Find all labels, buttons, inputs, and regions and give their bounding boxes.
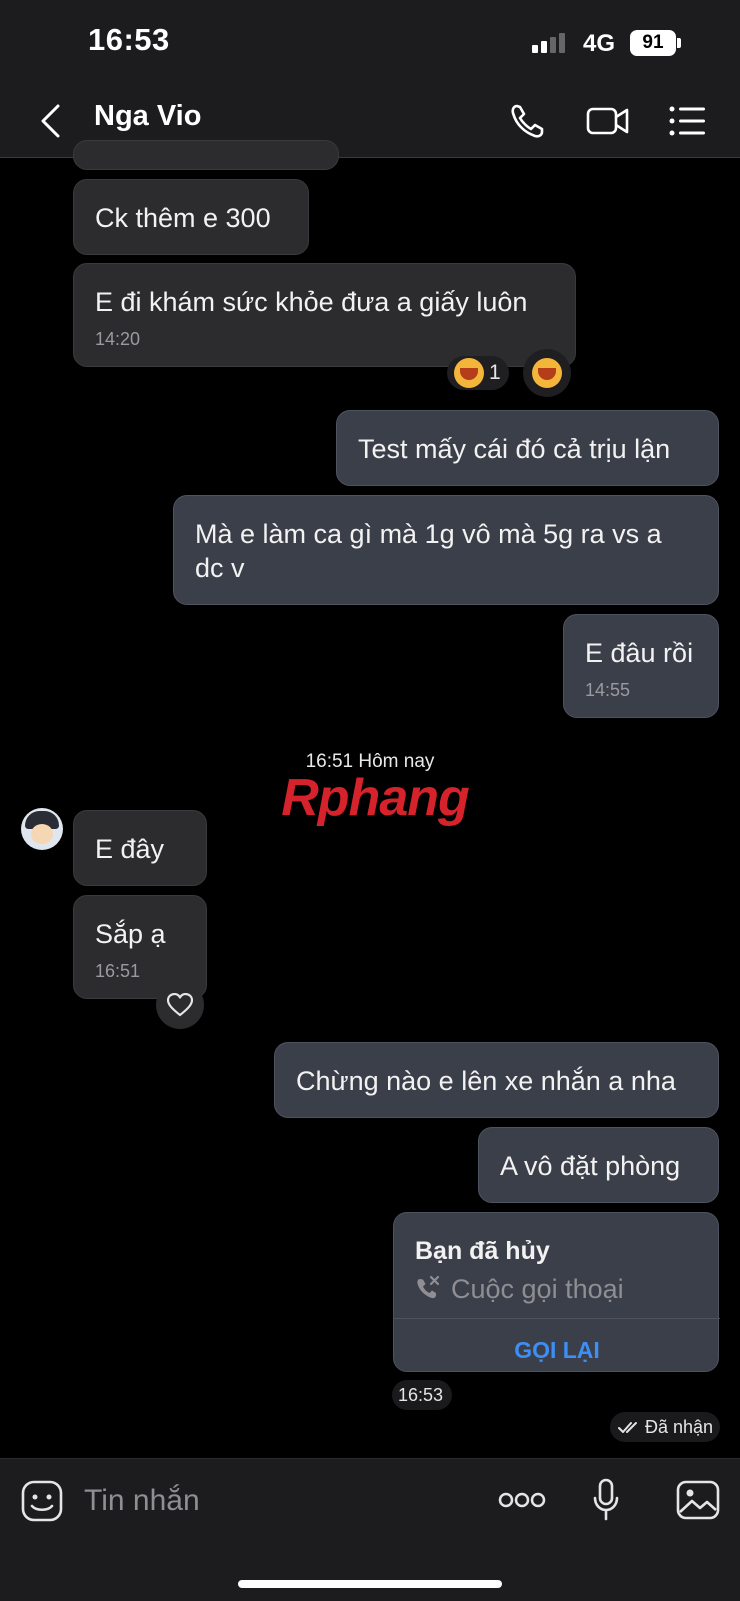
- reaction-count: 1: [489, 361, 501, 384]
- laughing-emoji-icon: [532, 358, 562, 388]
- image-gallery-icon[interactable]: [676, 1480, 720, 1520]
- message-text-line-2: dc v: [195, 553, 245, 583]
- missed-call-icon: [417, 1275, 440, 1299]
- message-text: E đi khám sức khỏe đưa a giấy luôn: [95, 287, 528, 317]
- watermark-logo: Rphang: [260, 768, 490, 828]
- message-time: 14:20: [95, 329, 141, 349]
- call-card: Bạn đã hủy Cuộc gọi thoại GỌI LẠI: [393, 1212, 720, 1372]
- message-text: Ck thêm e 300: [95, 203, 271, 233]
- heart-reaction-button[interactable]: [156, 981, 204, 1029]
- message-outgoing[interactable]: Mà e làm ca gì mà 1g vô mà 5g ra vs a dc…: [173, 495, 719, 605]
- message-text: E đâu rồi: [585, 638, 694, 668]
- message-text: A vô đặt phòng: [500, 1151, 681, 1181]
- message-text: Test mấy cái đó cả trịu lận: [358, 434, 671, 464]
- video-call-icon[interactable]: [586, 98, 630, 144]
- watermark-text: Rphang: [281, 769, 470, 827]
- message-text: Chừng nào e lên xe nhắn a nha: [296, 1066, 676, 1096]
- message-input[interactable]: [82, 1478, 466, 1524]
- message-outgoing[interactable]: Chừng nào e lên xe nhắn a nha: [274, 1042, 719, 1118]
- receipt-label: Đã nhận: [645, 1417, 714, 1437]
- call-time: 16:53: [398, 1385, 444, 1405]
- message-outgoing[interactable]: A vô đặt phòng: [478, 1127, 719, 1203]
- call-status-title: Bạn đã hủy: [415, 1237, 550, 1265]
- message-bubble-cutoff: [73, 140, 339, 170]
- delivery-receipt: Đã nhận: [610, 1412, 720, 1442]
- heart-icon: [167, 993, 193, 1017]
- double-check-icon: [618, 1422, 637, 1433]
- sticker-icon[interactable]: [21, 1480, 63, 1522]
- reaction-summary[interactable]: 1: [447, 356, 509, 390]
- message-text-line-1: Mà e làm ca gì mà 1g vô mà 5g ra vs a: [195, 519, 662, 549]
- call-time-pill: 16:53: [392, 1380, 452, 1410]
- back-chevron-icon[interactable]: [38, 103, 64, 139]
- message-incoming[interactable]: E đi khám sức khỏe đưa a giấy luôn 14:20: [73, 263, 576, 367]
- message-outgoing[interactable]: E đâu rồi 14:55: [563, 614, 719, 718]
- microphone-icon[interactable]: [593, 1478, 619, 1522]
- home-indicator: [238, 1580, 502, 1588]
- message-text: Sắp ạ: [95, 919, 166, 949]
- add-reaction-button[interactable]: [523, 349, 571, 397]
- contact-name[interactable]: Nga Vio: [94, 100, 201, 133]
- call-card-divider: [394, 1318, 720, 1319]
- signal-icon: [532, 33, 565, 53]
- phone-call-icon[interactable]: [508, 98, 548, 144]
- contact-avatar[interactable]: [21, 808, 63, 850]
- battery-icon: 91: [630, 30, 682, 56]
- message-time: 16:51: [95, 961, 141, 981]
- message-outgoing[interactable]: Test mấy cái đó cả trịu lận: [336, 410, 719, 486]
- call-back-button[interactable]: GỌI LẠI: [394, 1333, 720, 1367]
- message-incoming[interactable]: Ck thêm e 300: [73, 179, 309, 255]
- message-time: 14:55: [585, 680, 631, 700]
- message-incoming[interactable]: E đây: [73, 810, 207, 886]
- battery-level: 91: [642, 32, 664, 53]
- laughing-emoji-icon: [454, 358, 484, 388]
- message-text: E đây: [95, 834, 165, 864]
- call-type-label: Cuộc gọi thoại: [451, 1274, 624, 1304]
- network-label: 4G: [583, 30, 616, 57]
- more-options-icon[interactable]: [498, 1490, 546, 1510]
- menu-list-icon[interactable]: [668, 98, 708, 144]
- status-time: 16:53: [88, 22, 170, 57]
